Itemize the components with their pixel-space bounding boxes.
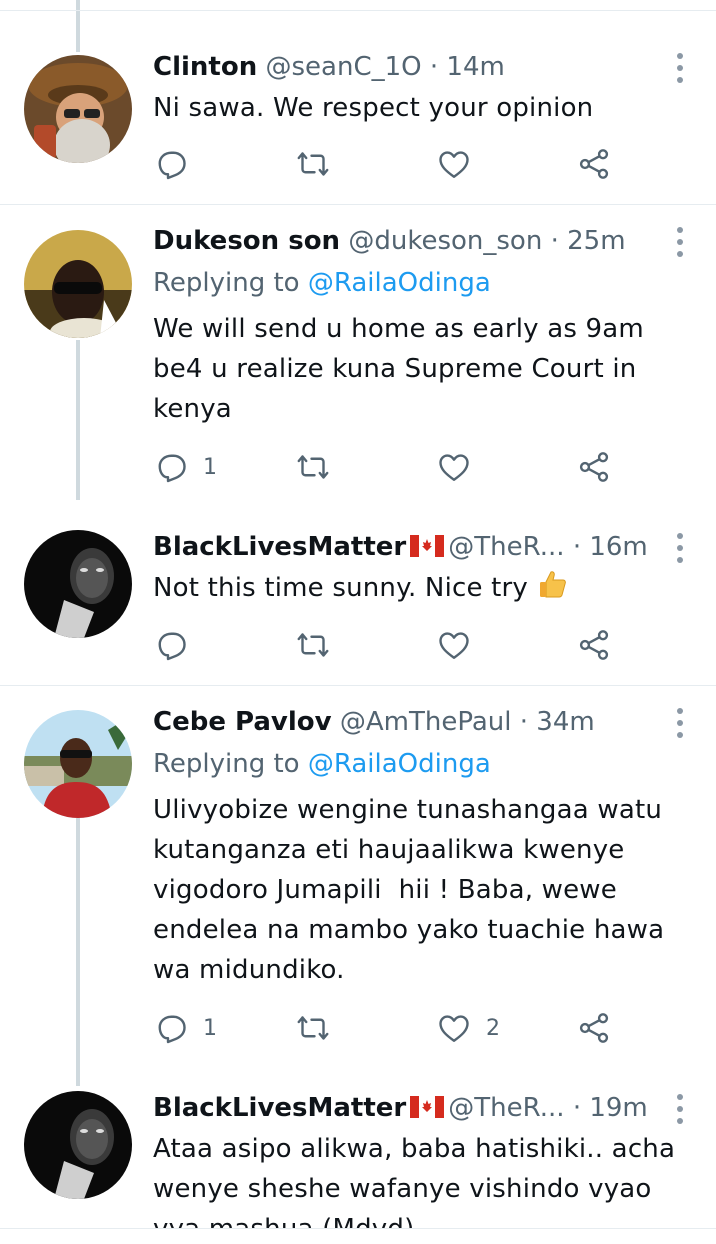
share-button[interactable] — [576, 625, 612, 665]
tweet[interactable]: BlackLivesMatter @TheR... · 16m Not this … — [0, 505, 716, 685]
reply-icon — [158, 1015, 186, 1044]
display-name[interactable]: BlackLivesMatter — [153, 1093, 406, 1123]
tweet-header: BlackLivesMatter @TheR... · 16m — [153, 527, 656, 567]
thumbs-up-emoji — [539, 571, 566, 598]
user-handle[interactable]: @TheR... — [448, 1093, 564, 1123]
bottom-divider — [0, 1228, 716, 1229]
share-button[interactable] — [576, 1008, 612, 1048]
more-vertical-icon[interactable] — [676, 53, 684, 83]
timestamp[interactable]: 34m — [536, 707, 594, 737]
like-button[interactable]: 2 — [436, 1008, 500, 1048]
avatar[interactable] — [24, 55, 132, 163]
like-count: 2 — [486, 1015, 500, 1041]
user-handle[interactable]: @AmThePaul — [340, 707, 512, 737]
user-handle[interactable]: @seanC_1O — [265, 52, 421, 82]
separator-dot: · — [572, 532, 582, 562]
reply-count: 1 — [203, 1015, 217, 1041]
like-button[interactable] — [436, 144, 472, 184]
share-button[interactable] — [576, 447, 612, 487]
heart-icon — [439, 1015, 469, 1042]
separator-dot: · — [572, 1093, 582, 1123]
tweet-text: Ni sawa. We respect your opinion — [153, 93, 594, 123]
display-name[interactable]: BlackLivesMatter — [153, 532, 406, 562]
reply-count: 1 — [203, 454, 217, 480]
share-button[interactable] — [576, 144, 612, 184]
retweet-button[interactable] — [295, 625, 331, 665]
tweet-actions: 1 — [153, 447, 623, 487]
share-icon — [579, 452, 609, 482]
retweet-button[interactable] — [295, 447, 331, 487]
replying-to: Replying to @RailaOdinga — [153, 263, 491, 303]
avatar[interactable] — [24, 530, 132, 638]
reply-button[interactable]: 1 — [153, 447, 217, 487]
more-vertical-icon[interactable] — [676, 227, 684, 257]
tweet-text: We will send u home as early as 9am be4 … — [153, 314, 644, 424]
avatar[interactable] — [24, 1091, 132, 1199]
timestamp[interactable]: 25m — [567, 226, 625, 256]
tweet-text: Ataa asipo alikwa, baba hatishiki.. acha… — [153, 1134, 676, 1228]
retweet-icon — [297, 152, 329, 176]
tweet[interactable]: Dukeson son @dukeson_son · 25m Replying … — [0, 205, 716, 505]
display-name[interactable]: Clinton — [153, 52, 257, 82]
display-name[interactable]: Cebe Pavlov — [153, 707, 332, 737]
tweet-header: BlackLivesMatter @TheR... · 19m — [153, 1088, 656, 1128]
separator-dot: · — [519, 707, 529, 737]
tweet-text: Not this time sunny. Nice try — [153, 568, 693, 608]
more-vertical-icon[interactable] — [676, 533, 684, 563]
tweet[interactable]: Clinton @seanC_1O · 14m Ni sawa. We resp… — [0, 0, 716, 204]
mention-link[interactable]: @RailaOdinga — [308, 268, 491, 298]
share-icon — [579, 149, 609, 179]
share-icon — [579, 630, 609, 660]
share-icon — [579, 1013, 609, 1043]
tweet-actions — [153, 144, 623, 184]
like-button[interactable] — [436, 625, 472, 665]
tweet-text: Ulivyobize wengine tunashangaa watu kuta… — [153, 795, 665, 985]
more-vertical-icon[interactable] — [676, 708, 684, 738]
mention-link[interactable]: @RailaOdinga — [308, 749, 491, 779]
tweet-header: Dukeson son @dukeson_son · 25m — [153, 221, 656, 261]
more-vertical-icon[interactable] — [676, 1094, 684, 1124]
user-handle[interactable]: @TheR... — [448, 532, 564, 562]
heart-icon — [439, 454, 469, 481]
timestamp[interactable]: 16m — [589, 532, 647, 562]
user-handle[interactable]: @dukeson_son — [348, 226, 542, 256]
replying-to-label: Replying to — [153, 749, 308, 779]
retweet-button[interactable] — [295, 1008, 331, 1048]
heart-icon — [439, 632, 469, 659]
heart-icon — [439, 151, 469, 178]
retweet-icon — [297, 455, 329, 479]
retweet-icon — [297, 1016, 329, 1040]
reply-button[interactable] — [153, 144, 189, 184]
timestamp[interactable]: 19m — [589, 1093, 647, 1123]
tweet-actions — [153, 625, 623, 665]
reply-button[interactable] — [153, 625, 189, 665]
reply-icon — [158, 454, 186, 483]
separator-dot: · — [550, 226, 559, 256]
reply-button[interactable]: 1 — [153, 1008, 217, 1048]
canada-flag-icon — [410, 1095, 445, 1118]
canada-flag-icon — [410, 534, 445, 557]
reply-icon — [158, 632, 186, 661]
tweet-actions: 1 2 — [153, 1008, 623, 1048]
replying-to-label: Replying to — [153, 268, 308, 298]
tweet-header: Clinton @seanC_1O · 14m — [153, 47, 656, 87]
timestamp[interactable]: 14m — [446, 52, 504, 82]
tweet-text-content: Not this time sunny. Nice try — [153, 573, 529, 603]
tweet[interactable]: Cebe Pavlov @AmThePaul · 34m Replying to… — [0, 686, 716, 1066]
avatar[interactable] — [24, 230, 132, 338]
reply-icon — [158, 151, 186, 180]
avatar[interactable] — [24, 710, 132, 818]
tweet-header: Cebe Pavlov @AmThePaul · 34m — [153, 702, 656, 742]
retweet-icon — [297, 633, 329, 657]
retweet-button[interactable] — [295, 144, 331, 184]
separator-dot: · — [429, 52, 439, 82]
tweet[interactable]: BlackLivesMatter @TheR... · 19m Ataa asip… — [0, 1066, 716, 1228]
replying-to: Replying to @RailaOdinga — [153, 744, 491, 784]
like-button[interactable] — [436, 447, 472, 487]
display-name[interactable]: Dukeson son — [153, 226, 340, 256]
